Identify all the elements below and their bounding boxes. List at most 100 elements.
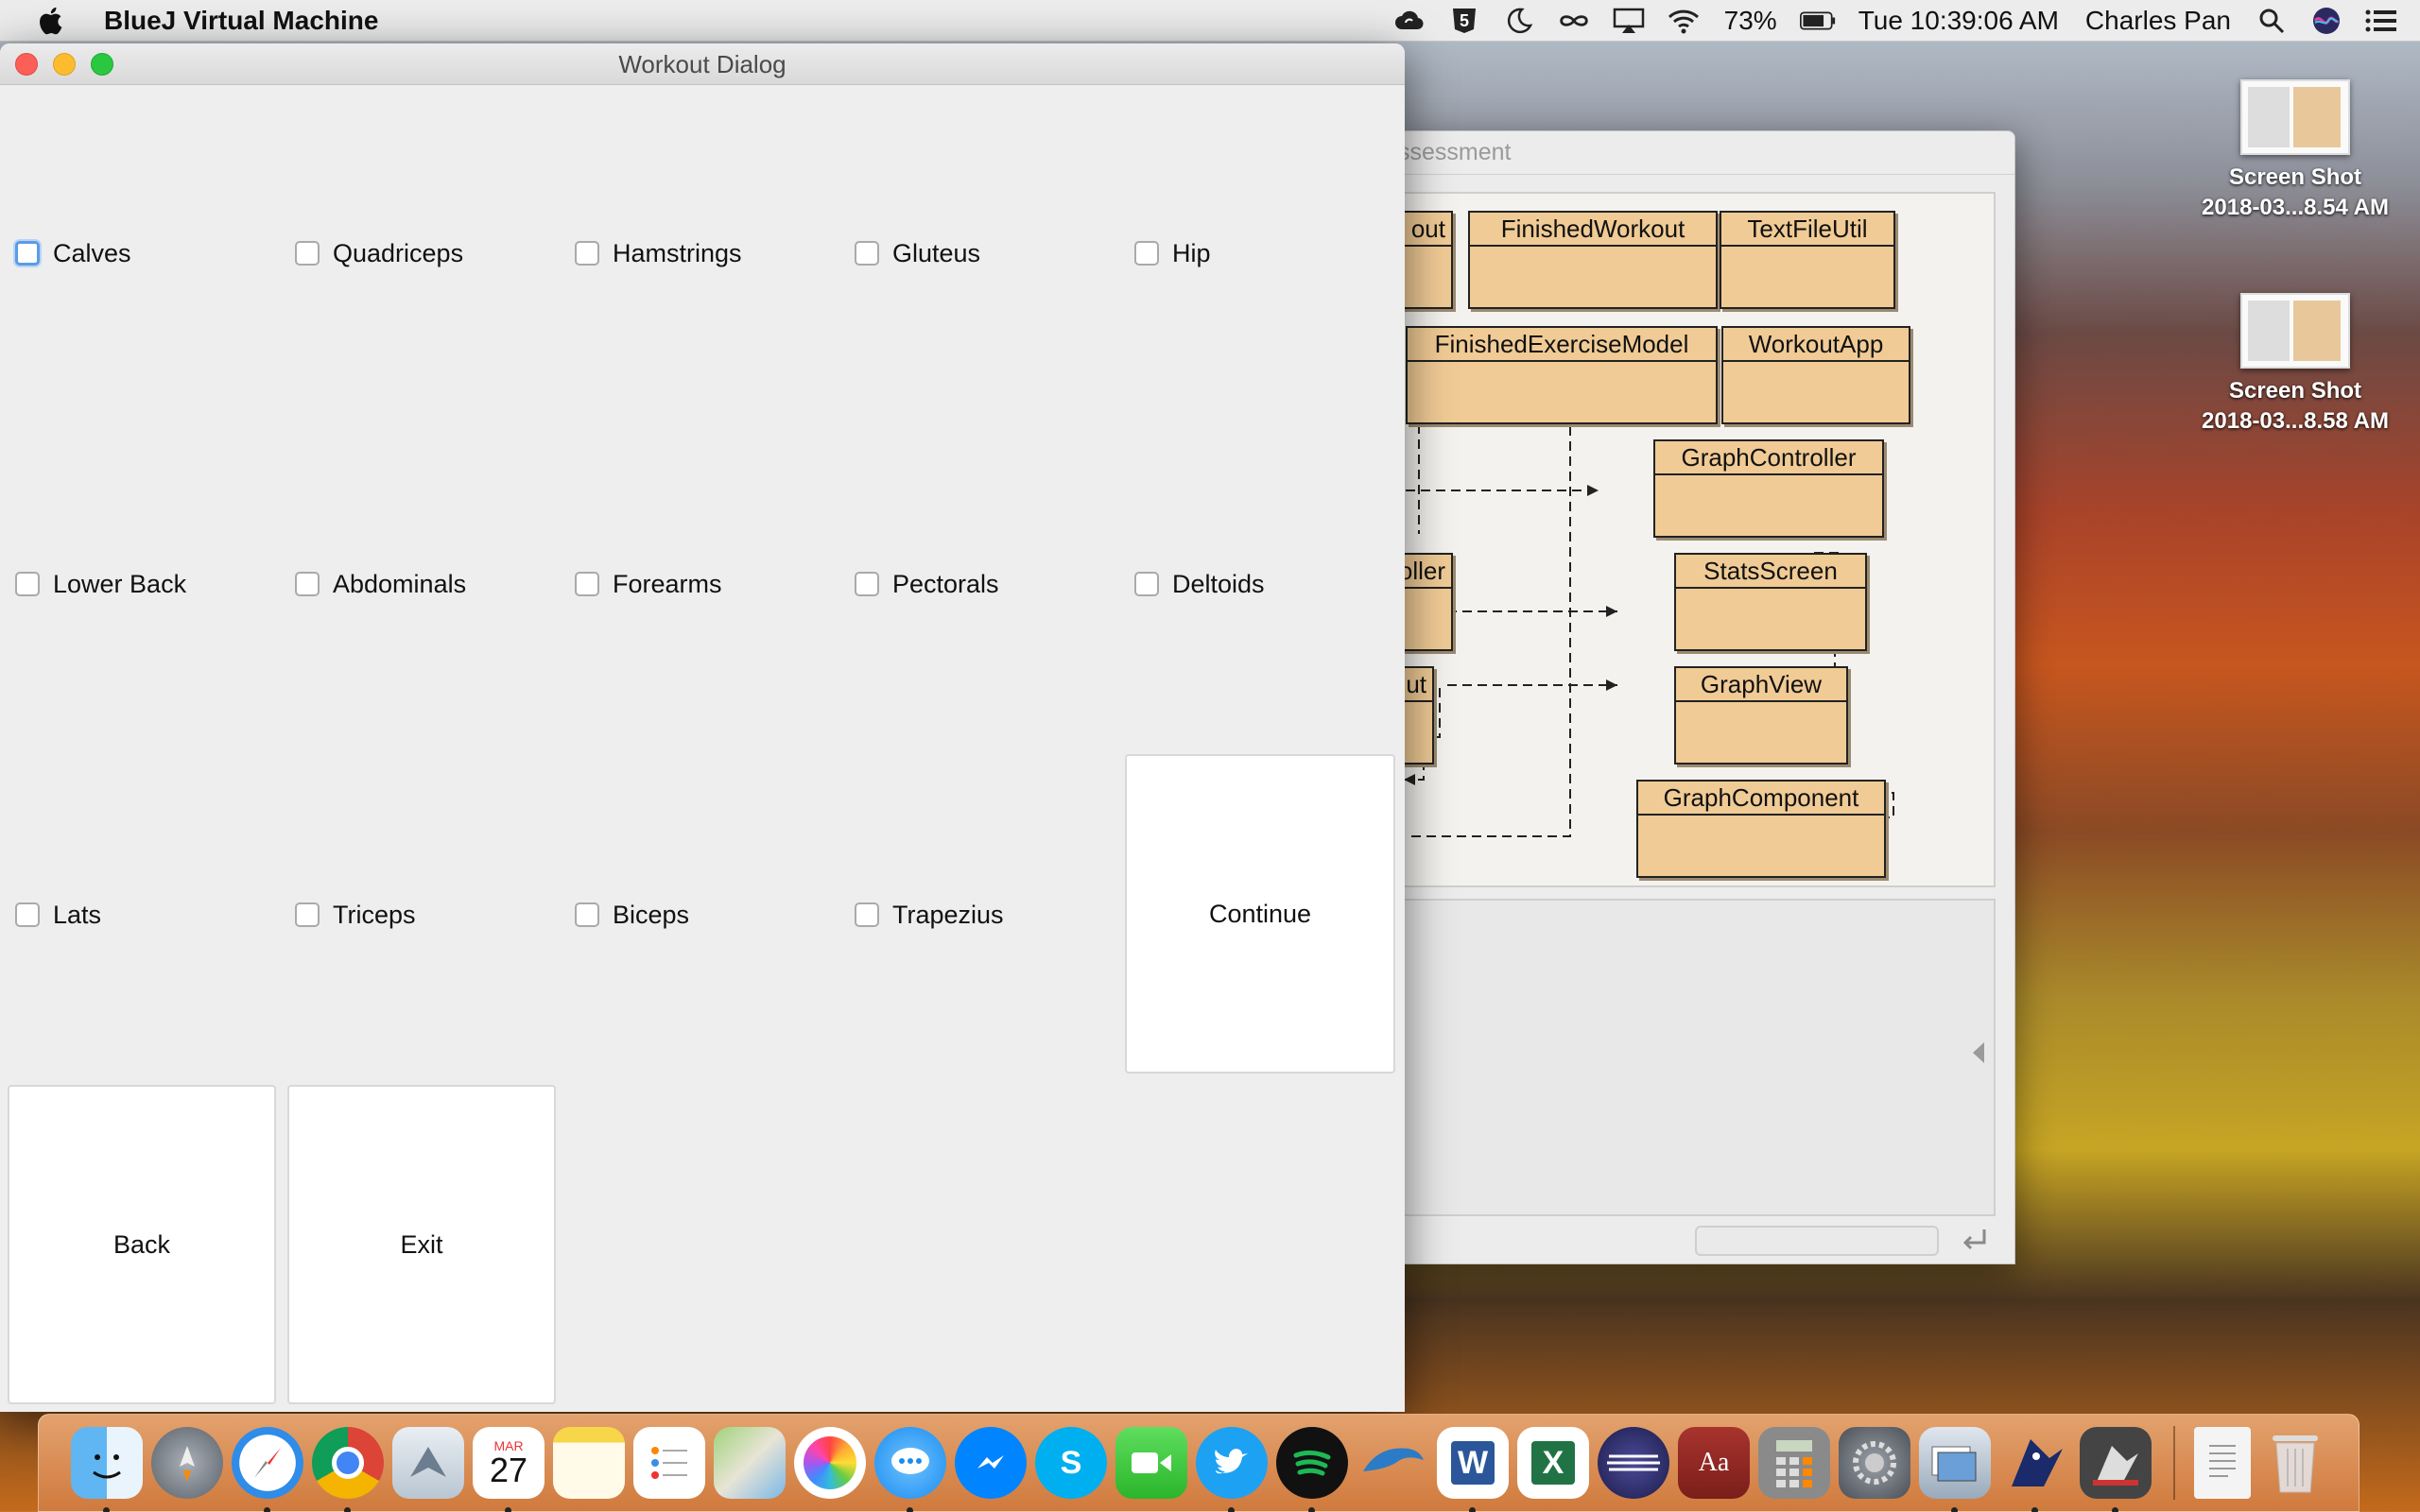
checkbox-forearms[interactable]: Forearms (575, 565, 722, 603)
spotify-icon[interactable] (1276, 1427, 1348, 1512)
bluej-icon[interactable] (1999, 1427, 2071, 1512)
mail-icon[interactable] (392, 1427, 464, 1499)
class-box[interactable]: GraphComponent (1636, 780, 1886, 878)
checkbox-box[interactable] (15, 572, 40, 596)
checkbox-box[interactable] (1134, 241, 1159, 266)
five-icon[interactable]: 5 (1446, 6, 1482, 36)
class-box[interactable]: WorkoutApp (1721, 326, 1910, 424)
close-button[interactable] (15, 53, 38, 76)
document-icon[interactable] (2194, 1427, 2251, 1499)
calendar-icon[interactable]: MAR 27 (473, 1427, 544, 1512)
messages-icon[interactable] (874, 1427, 946, 1512)
calculator-icon[interactable] (1758, 1427, 1830, 1499)
chrome-icon[interactable] (312, 1427, 384, 1512)
checkbox-quadriceps[interactable]: Quadriceps (295, 234, 463, 272)
continue-button[interactable]: Continue (1125, 754, 1395, 1074)
checkbox-box[interactable] (295, 241, 320, 266)
dialog-titlebar[interactable]: Workout Dialog (0, 43, 1405, 85)
trash-icon[interactable] (2259, 1427, 2331, 1499)
return-icon[interactable] (1956, 1220, 1994, 1258)
checkbox-pectorals[interactable]: Pectorals (855, 565, 999, 603)
class-diagram[interactable]: out FinishedWorkout TextFileUtil Finishe… (1391, 192, 1996, 887)
launchpad-icon[interactable] (151, 1427, 223, 1499)
class-box[interactable]: FinishedWorkout (1468, 211, 1718, 309)
airplay-icon[interactable] (1611, 6, 1647, 36)
checkbox-trapezius[interactable]: Trapezius (855, 896, 1004, 934)
checkbox-biceps[interactable]: Biceps (575, 896, 689, 934)
moon-icon[interactable] (1501, 6, 1537, 36)
skype-icon[interactable]: S (1035, 1427, 1107, 1499)
class-box[interactable]: StatsScreen (1674, 553, 1867, 651)
checkbox-box[interactable] (15, 241, 40, 266)
checkbox-label: Hip (1172, 238, 1211, 267)
messenger-icon[interactable] (955, 1427, 1027, 1499)
checkbox-box[interactable] (575, 902, 599, 927)
checkbox-box[interactable] (575, 241, 599, 266)
checkbox-box[interactable] (295, 572, 320, 596)
minimize-button[interactable] (53, 53, 76, 76)
infinity-icon[interactable] (1556, 6, 1592, 36)
checkbox-hip[interactable]: Hip (1134, 234, 1211, 272)
class-box[interactable]: FinishedExerciseModel (1406, 326, 1718, 424)
workout-dialog-window[interactable]: Workout Dialog Calves Quadriceps Hamstri… (0, 43, 1405, 1412)
siri-icon[interactable] (2308, 6, 2344, 36)
checkbox-box[interactable] (855, 902, 879, 927)
clock[interactable]: Tue 10:39:06 AM (1858, 6, 2059, 36)
checkbox-box[interactable] (15, 902, 40, 927)
apple-icon[interactable] (36, 5, 68, 37)
system-preferences-icon[interactable] (1839, 1427, 1910, 1499)
class-box[interactable]: GraphController (1653, 439, 1884, 538)
user-name[interactable]: Charles Pan (2085, 6, 2231, 36)
maps-icon[interactable] (714, 1427, 786, 1499)
app-name-menu[interactable]: BlueJ Virtual Machine (104, 6, 378, 36)
facetime-icon[interactable] (1115, 1427, 1187, 1499)
reminders-icon[interactable] (633, 1427, 705, 1499)
bluej-project-window[interactable]: ssessment out FinishedWorkout TextFileUt… (1390, 130, 2015, 1264)
checkbox-box[interactable] (295, 902, 320, 927)
back-button[interactable]: Back (8, 1085, 276, 1404)
checkbox-abdominals[interactable]: Abdominals (295, 565, 466, 603)
desktop-screenshot-1[interactable]: Screen Shot 2018-03...8.54 AM (2191, 79, 2399, 223)
checkbox-deltoids[interactable]: Deltoids (1134, 565, 1265, 603)
bluej-project-icon[interactable] (2080, 1427, 2152, 1512)
zoom-button[interactable] (91, 53, 113, 76)
checkbox-box[interactable] (575, 572, 599, 596)
checkbox-lats[interactable]: Lats (15, 896, 101, 934)
status-field[interactable] (1695, 1226, 1939, 1256)
wifi-icon[interactable] (1666, 6, 1702, 36)
battery-percent[interactable]: 73% (1724, 6, 1777, 36)
checkbox-hamstrings[interactable]: Hamstrings (575, 234, 742, 272)
twitter-icon[interactable] (1196, 1427, 1268, 1512)
eclipse-icon[interactable] (1598, 1427, 1669, 1499)
word-icon[interactable]: W (1437, 1427, 1509, 1512)
battery-icon[interactable] (1799, 6, 1836, 36)
checkbox-gluteus[interactable]: Gluteus (855, 234, 980, 272)
checkbox-calves[interactable]: Calves (15, 234, 131, 272)
exit-button[interactable]: Exit (287, 1085, 556, 1404)
desktop-screenshot-2[interactable]: Screen Shot 2018-03...8.58 AM (2191, 293, 2399, 437)
dolphin-icon[interactable] (1357, 1427, 1428, 1499)
checkbox-box[interactable] (1134, 572, 1159, 596)
checkbox-label: Triceps (333, 900, 416, 929)
dictionary-icon[interactable]: Aa (1678, 1427, 1750, 1499)
spotlight-icon[interactable] (2254, 6, 2290, 36)
safari-icon[interactable] (232, 1427, 303, 1512)
notes-icon[interactable] (553, 1427, 625, 1499)
notification-center-icon[interactable] (2363, 6, 2399, 36)
class-box[interactable]: TextFileUtil (1720, 211, 1895, 309)
excel-icon[interactable]: X (1517, 1427, 1589, 1499)
calendar-day: 27 (489, 1451, 528, 1489)
checkbox-box[interactable] (855, 572, 879, 596)
finder-icon[interactable] (71, 1427, 143, 1512)
photos-icon[interactable] (794, 1427, 866, 1499)
checkbox-label: Forearms (613, 569, 722, 598)
collapse-arrow-icon[interactable] (1967, 1039, 1990, 1067)
preview-icon[interactable] (1919, 1427, 1991, 1512)
checkbox-label: Quadriceps (333, 238, 464, 267)
class-box[interactable]: GraphView (1674, 666, 1848, 765)
checkbox-triceps[interactable]: Triceps (295, 896, 416, 934)
sync-icon[interactable] (1392, 6, 1427, 36)
checkbox-box[interactable] (855, 241, 879, 266)
checkbox-lower-back[interactable]: Lower Back (15, 565, 186, 603)
codepad-area[interactable] (1391, 899, 1996, 1216)
